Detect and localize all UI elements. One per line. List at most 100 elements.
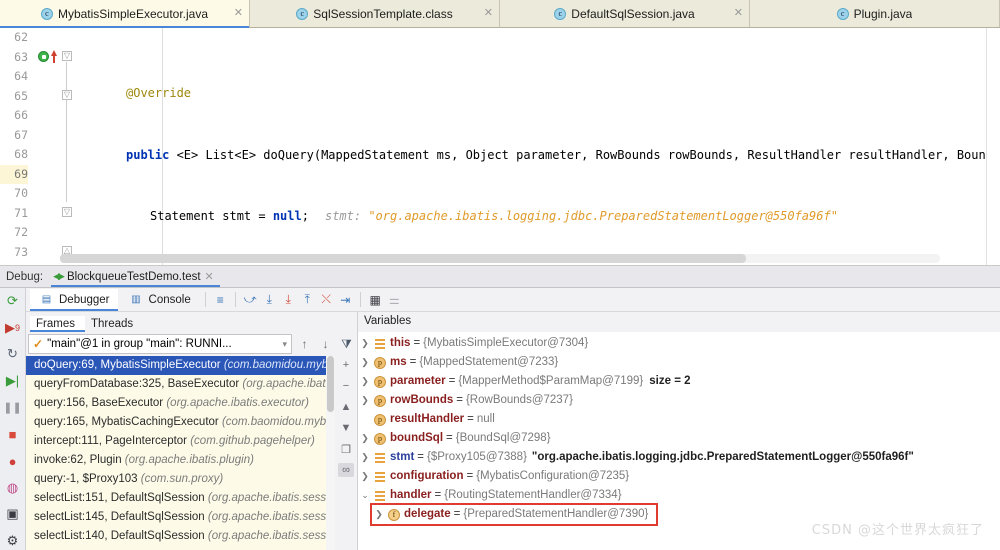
frames-list[interactable]: doQuery:69, MybatisSimpleExecutor (com.b… — [26, 356, 326, 550]
filter-frames-icon[interactable]: ⧩ — [338, 337, 355, 352]
settings-toolbar-icon[interactable]: ⚌ — [386, 291, 403, 308]
chevron-right-icon[interactable]: ❯ — [358, 353, 372, 372]
fold-toggle-icon[interactable]: ▽ — [62, 51, 72, 61]
variable-row[interactable]: ❯ this = {MybatisSimpleExecutor@7304} — [358, 334, 1000, 353]
scrollbar-thumb[interactable] — [327, 356, 334, 412]
close-icon[interactable]: ✕ — [205, 270, 214, 283]
chevron-right-icon[interactable]: ❯ — [372, 505, 386, 524]
chevron-right-icon[interactable]: ❯ — [358, 334, 372, 353]
variable-row[interactable]: ❯ p boundSql = {BoundSql@7298} — [358, 429, 1000, 448]
variable-row[interactable]: p resultHandler = null — [358, 410, 1000, 429]
move-down-icon[interactable]: ↓ — [317, 337, 334, 351]
code-folding-gutter[interactable]: ▽ ▽ ▽ △ △ — [60, 28, 74, 265]
editor-vertical-scrollbar[interactable] — [986, 28, 1000, 265]
rerun-failed-icon[interactable]: ▶ 9 — [4, 319, 22, 337]
mute-breakpoints-icon[interactable]: ◍ — [4, 479, 22, 497]
frames-scrollbar[interactable] — [326, 356, 335, 550]
close-icon[interactable]: ✕ — [734, 8, 743, 19]
frame-row[interactable]: selectList:145, DefaultSqlSession (org.a… — [26, 508, 326, 527]
line-number: 71 — [14, 205, 28, 220]
watches-icon[interactable]: ∞ — [338, 463, 354, 477]
resume-program-icon[interactable]: ▶| — [4, 372, 22, 390]
tab-debugger[interactable]: ▤ Debugger — [30, 289, 118, 311]
remove-icon[interactable]: − — [338, 379, 354, 393]
variable-row[interactable]: ❯ p rowBounds = {RowBounds@7237} — [358, 391, 1000, 410]
frame-row[interactable]: query:-1, $Proxy103 (com.sun.proxy) — [26, 470, 326, 489]
fold-toggle-icon[interactable]: ▽ — [62, 207, 72, 217]
variable-row[interactable]: ❯ p ms = {MappedStatement@7233} — [358, 353, 1000, 372]
code-editor[interactable]: 62 63 64 65 66 67 68 69 70 71 72 73 74 ▽… — [0, 28, 1000, 266]
fold-toggle-icon[interactable]: ▽ — [62, 90, 72, 100]
frame-row[interactable]: invoke:62, Plugin (org.apache.ibatis.plu… — [26, 451, 326, 470]
step-out-icon[interactable]: ⤒ — [299, 291, 316, 308]
frame-row[interactable]: intercept:111, PageInterceptor (com.gith… — [26, 432, 326, 451]
code-content[interactable]: @Override public <E> List<E> doQuery(Map… — [74, 28, 1000, 265]
down-icon[interactable]: ▼ — [338, 421, 354, 435]
scrollbar-thumb[interactable] — [60, 254, 747, 263]
thread-selector[interactable]: ✓ "main"@1 in group "main": RUNNI... ▾ — [28, 334, 292, 354]
up-icon[interactable]: ▲ — [338, 400, 354, 414]
frame-row[interactable]: query:165, MybatisCachingExecutor (com.b… — [26, 413, 326, 432]
stop-icon[interactable]: ■ — [4, 426, 22, 444]
editor-horizontal-scrollbar[interactable] — [60, 254, 940, 263]
frame-method: selectList:151, DefaultSqlSession — [34, 492, 205, 504]
chevron-right-icon[interactable]: ❯ — [358, 372, 372, 391]
variables-list[interactable]: ❯ this = {MybatisSimpleExecutor@7304} ❯ … — [358, 332, 1000, 550]
frame-package: (com.baomidou.myb — [223, 359, 326, 371]
debug-panes: Frames Threads ✓ "main"@1 in group "main… — [26, 312, 1000, 550]
variable-row[interactable]: ❯ configuration = {MybatisConfiguration@… — [358, 467, 1000, 486]
screenshot-icon[interactable]: ▣ — [4, 506, 22, 524]
step-over-icon[interactable]: ⤻ — [242, 291, 259, 308]
editor-tab-2[interactable]: c DefaultSqlSession.java ✕ — [500, 0, 750, 27]
editor-tab-3[interactable]: c Plugin.java — [750, 0, 1000, 27]
method-override-icon[interactable] — [51, 50, 57, 63]
editor-tab-1[interactable]: c SqlSessionTemplate.class ✕ — [250, 0, 500, 27]
frame-row[interactable]: query:156, BaseExecutor (org.apache.ibat… — [26, 394, 326, 413]
tab-frames[interactable]: Frames — [30, 316, 85, 332]
variable-row[interactable]: ⌄ handler = {RoutingStatementHandler@733… — [358, 486, 1000, 505]
debug-session-tab[interactable]: ◀▶ BlockqueueTestDemo.test ✕ — [51, 266, 228, 287]
rerun-icon[interactable]: ⟳ — [4, 292, 22, 310]
frame-row[interactable]: doQuery:69, MybatisSimpleExecutor (com.b… — [26, 356, 326, 375]
add-icon[interactable]: + — [338, 358, 354, 372]
keyword-token: null — [272, 209, 302, 223]
force-step-into-icon[interactable]: ⤓ — [280, 291, 297, 308]
variable-row[interactable]: ❯ p parameter = {MapperMethod$ParamMap@7… — [358, 372, 1000, 391]
evaluate-expression-icon[interactable]: ▦ — [367, 291, 384, 308]
chevron-down-icon[interactable]: ▾ — [282, 339, 287, 350]
frame-row[interactable]: selectList:140, DefaultSqlSession (org.a… — [26, 527, 326, 546]
frame-row[interactable]: selectList:151, DefaultSqlSession (org.a… — [26, 489, 326, 508]
debugger-icon: ▤ — [41, 294, 52, 305]
variable-row-highlighted[interactable]: ❯ f delegate = {PreparedStatementHandler… — [370, 503, 658, 526]
variable-row[interactable]: ❯ stmt = {$Proxy105@7388} "org.apache.ib… — [358, 448, 1000, 467]
line-number: 73 — [14, 244, 28, 259]
close-icon[interactable]: ✕ — [484, 8, 493, 19]
refresh-icon[interactable]: ↻ — [4, 345, 22, 363]
pause-program-icon[interactable]: ❚❚ — [3, 399, 21, 417]
step-into-icon[interactable]: ⤓ — [261, 291, 278, 308]
variable-value: {MapperMethod$ParamMap@7199} — [458, 375, 644, 387]
editor-tab-0[interactable]: c MybatisSimpleExecutor.java ✕ — [0, 0, 250, 28]
line-number-current: 69 — [0, 164, 28, 184]
settings-icon[interactable]: ⚙ — [4, 532, 22, 550]
run-to-cursor-icon[interactable]: ⇥ — [337, 291, 354, 308]
variable-value: {PreparedStatementHandler@7390} — [463, 508, 649, 520]
variable-name: boundSql — [390, 432, 444, 444]
breakpoint-icon[interactable] — [38, 51, 49, 62]
line-number: 66 — [14, 108, 28, 122]
tab-console[interactable]: ▥ Console — [120, 289, 199, 310]
chevron-right-icon[interactable]: ❯ — [358, 467, 372, 486]
chevron-down-icon[interactable]: ⌄ — [358, 486, 372, 505]
view-breakpoints-icon[interactable]: ● — [4, 452, 22, 470]
move-up-icon[interactable]: ↑ — [296, 337, 313, 351]
drop-frame-icon[interactable]: ⤬ — [318, 291, 335, 308]
close-icon[interactable]: ✕ — [234, 8, 243, 19]
breakpoint-gutter[interactable] — [32, 28, 60, 265]
tab-threads[interactable]: Threads — [85, 316, 143, 332]
chevron-right-icon[interactable]: ❯ — [358, 391, 372, 410]
copy-icon[interactable]: ❐ — [338, 442, 354, 456]
chevron-right-icon[interactable]: ❯ — [358, 429, 372, 448]
layout-settings-icon[interactable]: ≡ — [212, 291, 229, 308]
frame-row[interactable]: queryFromDatabase:325, BaseExecutor (org… — [26, 375, 326, 394]
chevron-right-icon[interactable]: ❯ — [358, 448, 372, 467]
